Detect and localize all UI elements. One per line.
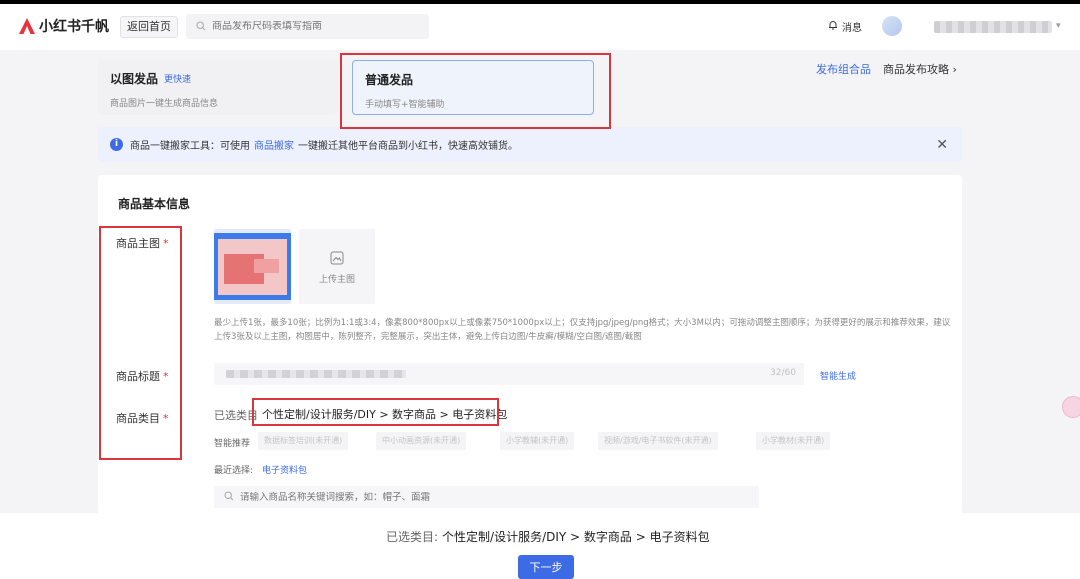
recommend-chip[interactable]: 小学教辅(未开通) — [500, 432, 575, 450]
main-image-thumbnail[interactable] — [214, 229, 291, 304]
messages-label: 消息 — [842, 23, 862, 34]
chevron-down-icon[interactable]: ▾ — [1056, 21, 1061, 31]
footer-chosen-label: 已选类目: — [386, 530, 439, 544]
mode-image-publish[interactable]: 以图发品 更快速 商品图片一键生成商品信息 — [98, 60, 338, 115]
notice-prefix: 商品一键搬家工具：可使用 — [130, 141, 250, 152]
search-input[interactable] — [212, 21, 412, 32]
highlight-box-field-labels — [99, 226, 182, 460]
recommend-chip[interactable]: 小学教材(未开通) — [756, 432, 831, 450]
smart-generate-link[interactable]: 智能生成 — [820, 369, 856, 382]
brand-logo-icon — [18, 17, 36, 35]
smart-recommend-label: 智能推荐 — [214, 439, 251, 449]
avatar[interactable] — [882, 16, 902, 36]
messages-button[interactable]: 消息 — [828, 19, 862, 34]
notice-banner: i 商品一键搬家工具：可使用 商品搬家 一键搬迁其他平台商品到小红书，快速高效铺… — [98, 127, 962, 162]
publish-combo-link[interactable]: 发布组合品 — [816, 61, 871, 77]
recommend-chip[interactable]: 数据标签培训(未开通) — [258, 432, 349, 450]
header-search[interactable] — [186, 14, 429, 39]
highlight-box-normal-mode — [340, 53, 611, 129]
chevron-right-icon: › — [952, 63, 957, 76]
section-title: 商品基本信息 — [118, 197, 191, 211]
product-title-input[interactable]: 32/60 — [214, 363, 804, 385]
next-step-button[interactable]: 下一步 — [518, 555, 574, 579]
thumb-red-strip — [254, 259, 279, 273]
recommend-chip[interactable]: 视频/游戏/电子书软件(未开通) — [598, 432, 718, 450]
footer-chosen: 已选类目: 个性定制/设计服务/DIY > 数字商品 > 电子资料包 — [386, 528, 710, 545]
back-home-button[interactable]: 返回首页 — [120, 16, 178, 38]
recommend-chip[interactable]: 中小动画资源(未开通) — [376, 432, 467, 450]
bottom-bar: 已选类目: 个性定制/设计服务/DIY > 数字商品 > 电子资料包 下一步 — [0, 513, 1080, 579]
top-header: 小红书千帆 返回首页 消息 ▾ — [0, 4, 1080, 50]
footer-chosen-path: 个性定制/设计服务/DIY > 数字商品 > 电子资料包 — [442, 530, 710, 544]
category-search-input[interactable] — [240, 491, 720, 503]
info-icon: i — [110, 138, 123, 151]
title-value-redacted — [226, 370, 406, 378]
upload-hint: 最少上传1张，最多10张；比例为1:1或3:4，像素800*800px以上或像素… — [214, 318, 951, 342]
search-icon — [196, 20, 206, 34]
notice-move-link[interactable]: 商品搬家 — [254, 137, 294, 152]
title-char-count: 32/60 — [770, 368, 796, 378]
image-upload-icon — [299, 251, 375, 268]
floating-assistant-icon[interactable] — [1062, 396, 1080, 418]
account-name-redacted[interactable] — [934, 21, 1052, 33]
search-icon — [224, 490, 234, 504]
recent-category-link[interactable]: 电子资料包 — [262, 463, 307, 476]
top-links: 发布组合品 商品发布攻略 › — [816, 61, 957, 77]
brand-name: 小红书千帆 — [39, 19, 109, 35]
bell-icon — [828, 20, 838, 33]
mode-image-title: 以图发品 — [110, 72, 159, 86]
notice-suffix: 一键搬迁其他平台商品到小红书，快速高效铺货。 — [298, 141, 518, 152]
publish-guide-label: 商品发布攻略 — [883, 63, 949, 76]
close-icon[interactable]: ✕ — [936, 137, 948, 153]
highlight-box-category — [252, 398, 499, 426]
upload-label: 上传主图 — [318, 275, 355, 285]
upload-main-image-button[interactable]: 上传主图 — [299, 229, 375, 304]
publish-guide-link[interactable]: 商品发布攻略 › — [883, 61, 957, 77]
mode-image-tag: 更快速 — [164, 75, 192, 85]
recent-select-label: 最近选择: — [214, 466, 254, 476]
category-search[interactable] — [214, 486, 759, 508]
mode-image-subtitle: 商品图片一键生成商品信息 — [110, 99, 219, 109]
brand-logo[interactable]: 小红书千帆 — [18, 16, 109, 36]
